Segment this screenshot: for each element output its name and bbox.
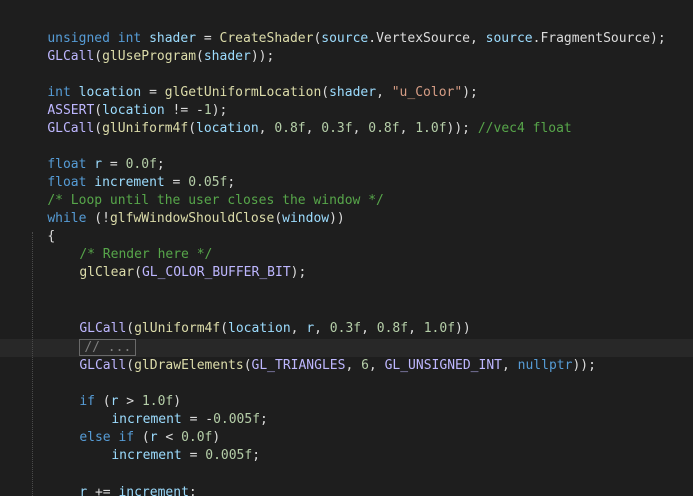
punctuation-token: ,: [258, 121, 275, 136]
variable-token: location: [196, 121, 259, 136]
function-token: glUniform4f: [102, 121, 189, 136]
code-editor[interactable]: unsigned int shader = CreateShader(sourc…: [0, 0, 693, 496]
operator-token: +=: [87, 485, 119, 496]
code-line[interactable]: while (!glfwWindowShouldClose(window)): [16, 192, 344, 226]
code-line[interactable]: // ...: [48, 321, 137, 356]
keyword-token: nullptr: [517, 358, 573, 373]
code-line[interactable]: if (r > 1.0f): [48, 375, 181, 409]
variable-token: location: [228, 321, 291, 336]
code-line[interactable]: GLCall(glDrawElements(GL_TRIANGLES, 6, G…: [48, 339, 596, 373]
punctuation-token: );: [290, 265, 307, 280]
punctuation-token: ,: [470, 31, 486, 46]
variable-token: increment: [111, 448, 182, 463]
code-line[interactable]: float r = 0.0f;: [16, 138, 164, 172]
punctuation-token: )): [329, 211, 345, 226]
punctuation-token: ;: [260, 412, 268, 427]
constant-token: GL_UNSIGNED_INT: [384, 358, 502, 373]
code-line[interactable]: unsigned int shader = CreateShader(sourc…: [16, 12, 665, 46]
macro-token: GLCall: [47, 121, 95, 136]
punctuation-token: ,: [290, 321, 307, 336]
macro-token: GLCall: [79, 358, 127, 373]
number-token: 0.8f: [376, 321, 409, 336]
variable-token: r: [79, 485, 88, 496]
number-token: 1.0f: [415, 121, 447, 136]
punctuation-token: ));: [572, 358, 596, 373]
number-token: 6: [361, 358, 369, 373]
number-token: 0.005f: [205, 448, 253, 463]
member-token: FragmentSource: [540, 31, 651, 46]
punctuation-token: );: [650, 31, 666, 46]
number-token: 0.3f: [321, 121, 353, 136]
punctuation-token: (: [188, 121, 197, 136]
variable-token: r: [306, 321, 315, 336]
punctuation-token: ,: [501, 358, 518, 373]
code-line[interactable]: GLCall(glUseProgram(shader));: [16, 30, 274, 64]
punctuation-token: ,: [352, 121, 369, 136]
number-token: 0.8f: [368, 121, 400, 136]
punctuation-token: ,: [408, 321, 424, 336]
punctuation-token: (: [134, 265, 142, 280]
comment-token: //vec4 float: [477, 121, 572, 136]
variable-token: window: [282, 211, 330, 226]
macro-token: GLCall: [47, 49, 95, 64]
function-token: glDrawElements: [134, 358, 244, 373]
function-token: glUseProgram: [102, 49, 197, 64]
code-line[interactable]: GLCall(glUniform4f(location, r, 0.3f, 0.…: [48, 302, 470, 336]
punctuation-token: (: [94, 49, 103, 64]
constant-token: GL_COLOR_BUFFER_BIT: [141, 265, 291, 280]
code-line[interactable]: int location = glGetUniformLocation(shad…: [16, 66, 478, 100]
punctuation-token: ,: [361, 321, 377, 336]
punctuation-token: (: [196, 49, 204, 64]
string-token: "u_Color": [391, 85, 463, 100]
code-line[interactable]: increment = 0.005f;: [80, 429, 260, 463]
code-line[interactable]: /* Loop until the user closes the window…: [16, 174, 384, 208]
punctuation-token: );: [462, 85, 478, 100]
variable-token: shader: [203, 49, 251, 64]
code-line[interactable]: glClear(GL_COLOR_BUFFER_BIT);: [48, 246, 306, 280]
punctuation-token: ,: [376, 85, 392, 100]
punctuation-token: ,: [368, 358, 385, 373]
code-line[interactable]: ASSERT(location != -1);: [16, 84, 227, 118]
punctuation-token: ;: [252, 448, 261, 463]
number-token: 0.3f: [329, 321, 362, 336]
operator-token: =: [181, 448, 206, 463]
variable-token: increment: [118, 485, 189, 496]
punctuation-token: (: [94, 121, 103, 136]
punctuation-token: ,: [314, 321, 330, 336]
punctuation-token: (: [126, 358, 135, 373]
punctuation-token: ,: [399, 121, 416, 136]
code-line[interactable]: increment = -0.005f;: [80, 393, 268, 427]
punctuation-token: (: [274, 211, 283, 226]
member-token: VertexSource: [376, 31, 470, 46]
function-token: glClear: [79, 265, 135, 280]
operator-token: (!: [86, 211, 110, 226]
code-line[interactable]: float increment = 0.05f;: [16, 156, 235, 190]
function-token: glUniform4f: [134, 321, 221, 336]
punctuation-token: (: [321, 85, 330, 100]
number-token: 1.0f: [423, 321, 456, 336]
punctuation-token: ));: [250, 49, 275, 64]
punctuation-token: ,: [345, 358, 362, 373]
variable-token: shader: [329, 85, 377, 100]
variable-token: source: [321, 31, 369, 46]
constant-token: GL_TRIANGLES: [251, 358, 346, 373]
number-token: 0.8f: [274, 121, 306, 136]
punctuation-token: ));: [446, 121, 478, 136]
variable-token: source: [485, 31, 533, 46]
indent-guide: [32, 232, 34, 496]
code-line[interactable]: else if (r < 0.0f): [48, 411, 220, 445]
code-line[interactable]: r += increment;: [48, 466, 196, 496]
code-line[interactable]: {: [16, 210, 55, 244]
punctuation-token: (: [243, 358, 252, 373]
punctuation-token: )): [455, 321, 471, 336]
punctuation-token: (: [220, 321, 229, 336]
punctuation-token: ,: [305, 121, 322, 136]
code-line[interactable]: /* Render here */: [48, 228, 212, 262]
function-token: glfwWindowShouldClose: [109, 211, 275, 226]
punctuation-token: .: [368, 31, 377, 46]
punctuation-token: ;: [188, 485, 197, 496]
code-line[interactable]: GLCall(glUniform4f(location, 0.8f, 0.3f,…: [16, 102, 571, 136]
